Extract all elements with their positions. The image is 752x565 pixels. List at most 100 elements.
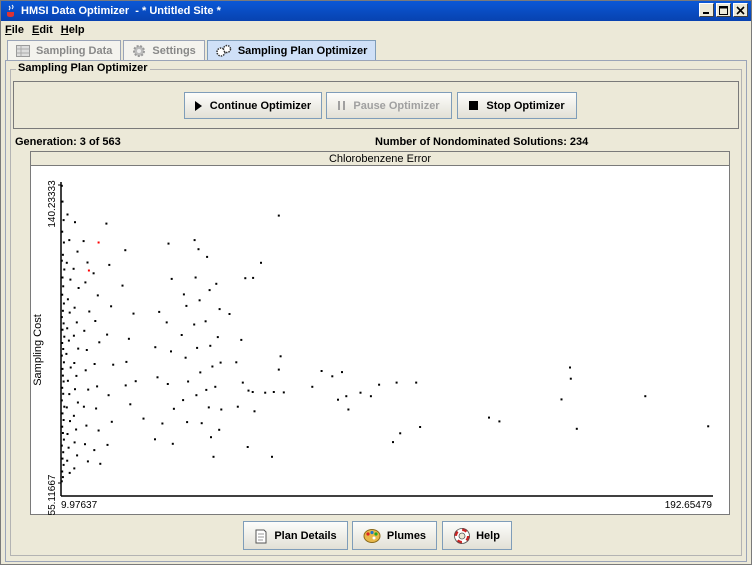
data-point (199, 371, 202, 374)
data-point (66, 298, 69, 301)
data-point (142, 417, 145, 420)
y-tick-label-max: 140.23333 (47, 180, 58, 228)
data-point (193, 323, 196, 326)
data-point (62, 348, 65, 350)
data-point (106, 333, 109, 336)
generation-text: Generation: 3 of 563 (15, 136, 121, 148)
data-point (93, 449, 96, 452)
data-point (72, 334, 75, 337)
y-tick-label-min: 55.11667 (47, 474, 58, 515)
menu-help[interactable]: Help (57, 24, 89, 36)
data-point (61, 367, 64, 370)
data-point (110, 305, 113, 308)
data-point (569, 366, 571, 369)
data-point (171, 442, 174, 445)
plumes-button[interactable]: Plumes (352, 521, 437, 550)
data-point (61, 476, 64, 479)
nondominated-count-text: Number of Nondominated Solutions: 234 (375, 136, 589, 148)
data-point (68, 393, 71, 396)
close-button[interactable] (733, 3, 748, 17)
data-point (74, 388, 76, 391)
data-point (124, 249, 127, 252)
menu-file[interactable]: File (1, 24, 28, 36)
plan-details-button[interactable]: Plan Details (243, 521, 348, 550)
tab-sampling-plan-optimizer[interactable]: Sampling Plan Optimizer (206, 40, 377, 61)
tab-settings-label: Settings (152, 44, 196, 57)
tab-content: Sampling Plan Optimizer Continue Optimiz… (5, 60, 747, 562)
data-point (63, 335, 66, 338)
data-point (253, 410, 256, 413)
pause-optimizer-button[interactable]: Pause Optimizer (326, 92, 452, 119)
data-point (60, 444, 63, 447)
help-button[interactable]: Help (442, 521, 512, 550)
data-point (88, 310, 91, 313)
data-point (415, 381, 418, 384)
data-point (85, 349, 88, 351)
data-point (85, 424, 88, 427)
data-point (216, 336, 219, 339)
data-point (95, 407, 98, 410)
data-point (84, 443, 86, 446)
data-point (60, 316, 63, 319)
palette-icon (363, 528, 381, 543)
data-point (196, 346, 199, 349)
data-point (569, 377, 572, 380)
stop-optimizer-button[interactable]: Stop Optimizer (457, 92, 577, 119)
data-point (84, 281, 87, 284)
data-point (246, 446, 249, 448)
notepad-icon (255, 529, 267, 543)
data-point (228, 313, 231, 315)
data-point (165, 321, 168, 324)
data-point (61, 200, 64, 203)
data-point (236, 405, 239, 408)
data-point (282, 391, 285, 394)
data-point (96, 294, 99, 297)
scatter-plot-panel[interactable]: Chlorobenzene Error Sampling Cost 140.23… (30, 151, 730, 515)
data-point (60, 480, 63, 483)
data-point (194, 276, 197, 279)
data-point (62, 322, 65, 325)
data-point (82, 405, 85, 408)
data-point (61, 309, 64, 312)
minimize-button[interactable] (699, 3, 714, 17)
data-point (62, 241, 65, 244)
data-point (206, 255, 209, 258)
scatter-plot: 140.23333 55.11667 9.97637 192.65479 (47, 180, 713, 515)
title-bar[interactable]: HMSI Data Optimizer - * Untitled Site * (1, 1, 751, 21)
data-point (132, 312, 135, 315)
data-point (560, 398, 563, 401)
data-point (66, 327, 69, 330)
data-point (220, 408, 223, 411)
continue-optimizer-label: Continue Optimizer (209, 99, 312, 112)
data-point (107, 394, 110, 397)
data-point (211, 365, 214, 368)
data-point (82, 240, 85, 243)
data-point (97, 429, 100, 432)
tab-sampling-data[interactable]: Sampling Data (7, 40, 122, 60)
menu-edit[interactable]: Edit (28, 24, 57, 36)
app-window: HMSI Data Optimizer - * Untitled Site * … (0, 0, 752, 565)
data-point (369, 395, 372, 398)
tab-settings[interactable]: Settings (123, 40, 205, 60)
data-point (170, 277, 173, 280)
data-point (241, 381, 244, 384)
data-point (214, 385, 217, 388)
maximize-button[interactable] (716, 3, 731, 17)
data-point (60, 184, 63, 187)
lifebuoy-icon (454, 527, 471, 544)
data-point (331, 375, 334, 378)
data-point (359, 391, 362, 394)
data-point (264, 391, 267, 394)
data-point (419, 426, 422, 428)
data-point (204, 320, 207, 323)
data-point (186, 421, 189, 424)
continue-optimizer-button[interactable]: Continue Optimizer (184, 92, 322, 119)
plumes-label: Plumes (386, 529, 427, 542)
data-point (75, 428, 78, 431)
menu-bar: File Edit Help (1, 21, 751, 38)
data-point (127, 337, 130, 340)
data-point (167, 242, 170, 245)
minimize-icon (703, 11, 709, 14)
data-point (320, 370, 323, 372)
data-point (99, 462, 102, 465)
